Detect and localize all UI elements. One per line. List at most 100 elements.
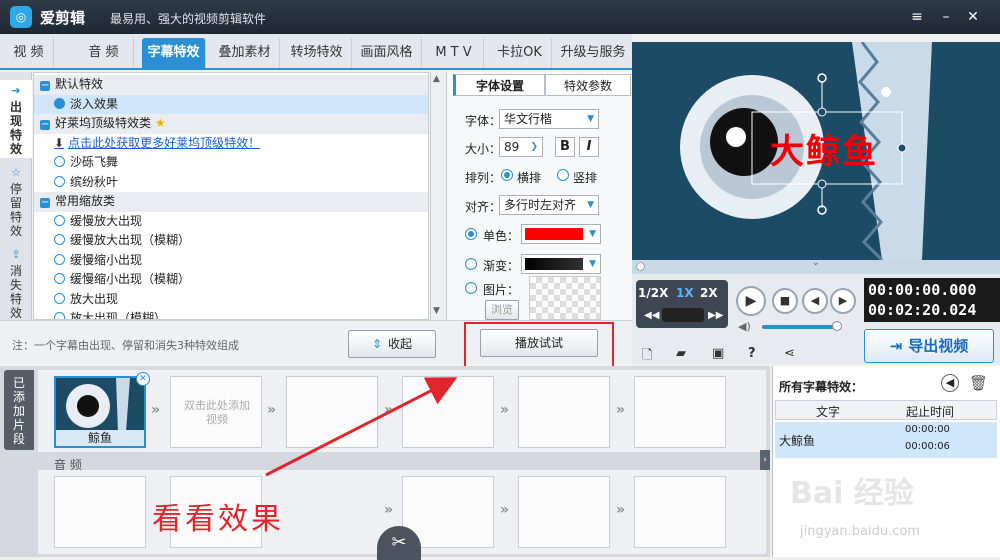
- expand-panel-icon[interactable]: ›: [760, 450, 770, 470]
- category-default[interactable]: − 默认特效: [34, 75, 428, 95]
- caption-text[interactable]: 大鲸鱼: [770, 124, 878, 173]
- collapse-arrows-icon: ⇕: [371, 337, 383, 351]
- size-input[interactable]: 89 ❯: [499, 137, 543, 157]
- effect-item-zoom[interactable]: 缓慢放大出现（模糊）: [34, 231, 428, 251]
- audio-slot[interactable]: [54, 476, 146, 548]
- video-clip[interactable]: 鲸鱼: [54, 376, 146, 448]
- col-text: 文字: [816, 405, 841, 419]
- color-swatch: [525, 228, 583, 240]
- effect-item-zoom[interactable]: 放大出现（模糊）: [34, 309, 428, 319]
- remove-clip-icon[interactable]: ✕: [136, 372, 150, 386]
- collapse-button[interactable]: ⇕ 收起: [348, 330, 436, 358]
- effect-item-fade-in[interactable]: 淡入效果: [34, 94, 428, 114]
- speed-double[interactable]: 2X: [700, 286, 718, 300]
- empty-slot[interactable]: [634, 376, 726, 448]
- effect-item-zoom[interactable]: 缓慢缩小出现: [34, 251, 428, 271]
- get-more-effects-link[interactable]: ⬇ 点击此处获取更多好莱坞顶级特效！: [34, 134, 428, 154]
- chevron-right-icon: »: [384, 502, 394, 518]
- speed-half[interactable]: 1/2X: [638, 286, 668, 300]
- close-icon[interactable]: ✕: [963, 7, 983, 27]
- category-label: 默认特效: [55, 77, 104, 91]
- volume-slider[interactable]: [762, 325, 838, 329]
- stop-button[interactable]: ■: [772, 288, 798, 314]
- effect-item-zoom[interactable]: 放大出现: [34, 290, 428, 310]
- save-icon[interactable]: ▣: [712, 346, 724, 361]
- tab-audio[interactable]: 音 频: [74, 38, 134, 68]
- category-label: 好莱坞顶级特效类: [55, 116, 152, 130]
- tab-mtv[interactable]: M T V: [424, 38, 484, 68]
- volume-icon[interactable]: ◀): [738, 320, 751, 333]
- add-video-placeholder[interactable]: 双击此处添加视频: [170, 376, 262, 448]
- gradient-picker[interactable]: ▼: [521, 254, 601, 274]
- audio-slot[interactable]: [634, 476, 726, 548]
- tab-font-settings[interactable]: 字体设置: [453, 74, 545, 96]
- checked-icon: [54, 97, 65, 109]
- progress-knob[interactable]: [636, 262, 645, 271]
- tab-styles[interactable]: 画面风格: [352, 38, 422, 68]
- tab-subtitle-effects[interactable]: 字幕特效: [142, 38, 206, 68]
- open-folder-icon[interactable]: ▰: [676, 346, 686, 361]
- empty-slot[interactable]: [286, 376, 378, 448]
- size-value: 89: [504, 140, 520, 154]
- solid-color-radio[interactable]: [465, 228, 477, 240]
- vertical-radio[interactable]: [557, 169, 569, 181]
- trash-icon[interactable]: 🗑: [969, 374, 988, 392]
- browse-button[interactable]: 浏览: [485, 300, 519, 320]
- chevron-right-icon: »: [267, 402, 277, 418]
- share-icon[interactable]: ⋖: [784, 346, 795, 361]
- gradient-radio[interactable]: [465, 258, 477, 270]
- effect-item-zoom[interactable]: 缓慢缩小出现（模糊）: [34, 270, 428, 290]
- solid-color-picker[interactable]: ▼: [521, 224, 601, 244]
- tab-overlay[interactable]: 叠加素材: [210, 38, 280, 68]
- added-clips-tab[interactable]: 已添加片段: [4, 370, 34, 450]
- effect-list-scrollbar[interactable]: ▲ ▼: [430, 72, 445, 320]
- effect-item-sand[interactable]: 沙砾飞舞: [34, 153, 428, 173]
- new-project-icon[interactable]: 🗋: [642, 346, 652, 368]
- expand-icon[interactable]: ⌄: [812, 258, 820, 268]
- tab-video[interactable]: 视 频: [4, 38, 54, 68]
- empty-slot[interactable]: [402, 376, 494, 448]
- prev-frame-button[interactable]: ◀: [802, 288, 828, 314]
- playback-progress[interactable]: ⌄: [632, 258, 1000, 274]
- play-button[interactable]: ▶: [736, 286, 766, 316]
- menu-icon[interactable]: ≡: [907, 7, 927, 27]
- empty-slot[interactable]: [518, 376, 610, 448]
- italic-button[interactable]: I: [579, 137, 599, 157]
- scroll-down-icon[interactable]: ▼: [433, 306, 440, 316]
- align-select[interactable]: 多行时左对齐 ▼: [499, 195, 599, 215]
- jog-wheel[interactable]: [662, 308, 704, 322]
- font-select[interactable]: 华文行楷 ▼: [499, 109, 599, 129]
- caption-close-icon[interactable]: [881, 87, 891, 97]
- next-frame-button[interactable]: ▶: [830, 288, 856, 314]
- vtab-stay[interactable]: ☆ 停留特效: [0, 162, 32, 240]
- tab-upgrade[interactable]: 升级与服务: [554, 38, 632, 68]
- category-zoom[interactable]: − 常用缩放类: [34, 192, 428, 212]
- vtab-appear[interactable]: ➜ 出现特效: [0, 80, 32, 158]
- vtab-appear-label: 出现特效: [9, 100, 22, 156]
- effect-item-zoom[interactable]: 缓慢放大出现: [34, 212, 428, 232]
- help-icon[interactable]: ?: [748, 346, 756, 361]
- play-test-button[interactable]: 播放试试: [480, 329, 598, 357]
- export-video-button[interactable]: ⇥ 导出视频: [864, 329, 994, 363]
- audio-slot[interactable]: [518, 476, 610, 548]
- rewind-icon[interactable]: ◀◀: [644, 310, 659, 321]
- effect-label: 缓慢放大出现（模糊）: [70, 233, 191, 247]
- forward-icon[interactable]: ▶▶: [708, 310, 723, 321]
- image-radio[interactable]: [465, 282, 477, 294]
- tab-effect-params[interactable]: 特效参数: [545, 74, 631, 96]
- speed-normal[interactable]: 1X: [676, 286, 694, 300]
- font-settings-panel: 字体设置 特效参数 字体： 华文行楷 ▼ 大小： 89 ❯ B I 排列： 横排 竖…: [446, 72, 632, 320]
- horizontal-radio[interactable]: [501, 169, 513, 181]
- volume-knob[interactable]: [832, 321, 842, 331]
- minimize-icon[interactable]: –: [936, 7, 956, 27]
- category-hollywood[interactable]: − 好莱坞顶级特效类 ★: [34, 114, 428, 134]
- effects-table-row[interactable]: 大鲸鱼 00:00:00 00:00:06: [775, 422, 997, 458]
- back-icon[interactable]: ◀: [941, 374, 959, 392]
- tab-transitions[interactable]: 转场特效: [282, 38, 352, 68]
- vtab-disappear[interactable]: ⇪ 消失特效: [0, 244, 32, 322]
- scroll-up-icon[interactable]: ▲: [433, 74, 440, 84]
- effect-item-leaves[interactable]: 缤纷秋叶: [34, 173, 428, 193]
- bold-button[interactable]: B: [555, 137, 575, 157]
- tab-karaoke[interactable]: 卡拉OK: [488, 38, 552, 68]
- main-tabs: 视 频 音 频 字幕特效 叠加素材 转场特效 画面风格 M T V 卡拉OK 升…: [0, 34, 632, 70]
